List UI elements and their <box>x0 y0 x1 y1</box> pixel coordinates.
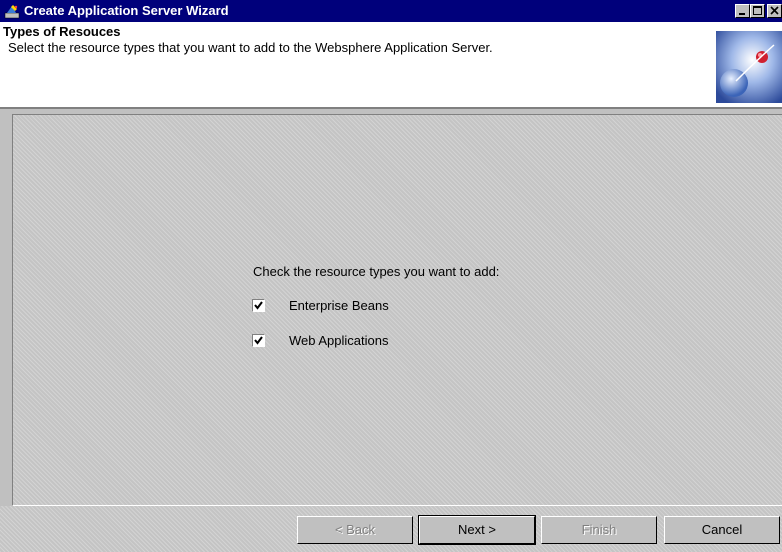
next-button-label: Next > <box>458 522 496 537</box>
web-applications-label[interactable]: Web Applications <box>289 333 389 348</box>
finish-button[interactable]: Finish <box>541 516 657 544</box>
minimize-icon <box>739 13 745 15</box>
enterprise-beans-label[interactable]: Enterprise Beans <box>289 298 389 313</box>
close-icon <box>770 6 779 15</box>
page-title: Types of Resouces <box>3 24 121 39</box>
wizard-header: Types of Resouces Select the resource ty… <box>0 22 782 109</box>
checkmark-icon <box>254 301 263 310</box>
cancel-button[interactable]: Cancel <box>664 516 780 544</box>
wizard-app-icon <box>4 5 20 19</box>
finish-button-label: Finish <box>581 522 617 537</box>
resource-prompt: Check the resource types you want to add… <box>253 264 500 279</box>
cancel-button-label: Cancel <box>701 522 743 537</box>
button-bar: < Back Next > Finish Cancel <box>0 506 782 552</box>
wizard-banner-image <box>716 31 782 103</box>
content-panel: Check the resource types you want to add… <box>12 114 782 506</box>
back-button[interactable]: < Back <box>297 516 413 544</box>
enterprise-beans-checkbox[interactable] <box>252 299 265 312</box>
maximize-icon <box>753 6 762 15</box>
window-title: Create Application Server Wizard <box>24 3 229 18</box>
web-applications-checkbox[interactable] <box>252 334 265 347</box>
minimize-button[interactable] <box>735 4 750 18</box>
title-bar[interactable]: Create Application Server Wizard <box>0 0 782 22</box>
maximize-button[interactable] <box>750 4 765 18</box>
back-button-label: < Back <box>334 522 376 537</box>
checkmark-icon <box>254 336 263 345</box>
next-button[interactable]: Next > <box>418 515 536 545</box>
close-button[interactable] <box>767 4 782 18</box>
page-description: Select the resource types that you want … <box>8 40 493 55</box>
